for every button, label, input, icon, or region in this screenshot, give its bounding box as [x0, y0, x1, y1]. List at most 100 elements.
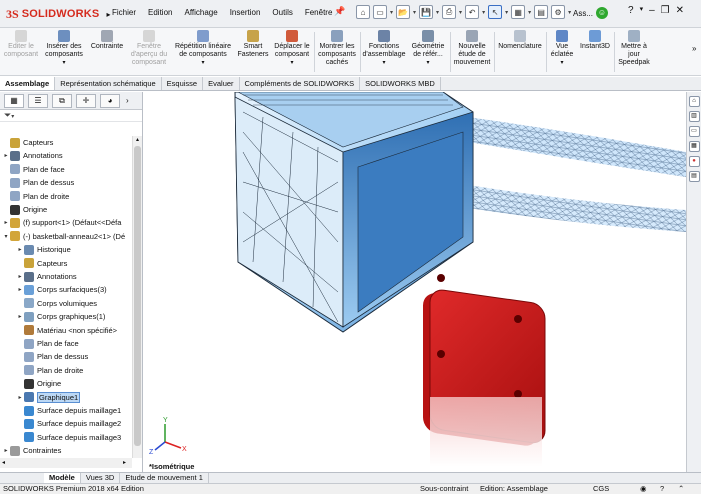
model-graphics[interactable]: Y X Z	[143, 92, 686, 472]
tab-vues-3d[interactable]: Vues 3D	[81, 473, 121, 483]
assembly-features-button[interactable]: Fonctions d'assemblage ▾	[362, 30, 406, 67]
tree-item[interactable]: ▸ Graphique1	[0, 391, 81, 404]
tree-item[interactable]: Plan de face	[0, 337, 79, 350]
home-icon[interactable]: ⌂	[356, 5, 370, 19]
close-icon[interactable]: ✕	[676, 5, 684, 16]
help-status-icon[interactable]: ?	[660, 484, 664, 494]
tree-item[interactable]: ▸ Annotations	[0, 149, 63, 162]
dimxpert-icon[interactable]: ✛	[76, 93, 96, 108]
tree-item[interactable]: Plan de dessus	[0, 176, 74, 189]
pin-icon[interactable]: 📌	[334, 6, 345, 17]
panel-overflow-icon[interactable]: ›	[126, 96, 129, 105]
configuration-manager-icon[interactable]: ⧉	[52, 93, 72, 108]
help-icon[interactable]: ?	[628, 5, 634, 16]
tree-item[interactable]: Surface depuis maillage1	[0, 404, 121, 417]
open-icon[interactable]: 📂	[396, 5, 411, 19]
options-icon[interactable]: ⚙	[551, 5, 566, 19]
scrollbar-thumb[interactable]	[134, 146, 141, 446]
tree-item[interactable]: ▸ Corps surfaciques(3)	[0, 283, 107, 296]
expand-arrow-icon[interactable]: ▸	[16, 273, 24, 280]
menu-insertion[interactable]: Insertion	[224, 8, 267, 17]
user-label[interactable]: Ass...	[573, 9, 593, 18]
feature-tree-icon[interactable]: ▦	[4, 93, 24, 108]
restore-icon[interactable]: ❐	[661, 5, 670, 16]
help-dropdown-icon[interactable]: ▾	[640, 5, 644, 16]
update-speedpak-button[interactable]: Mettre à jour Speedpak	[616, 30, 652, 67]
insert-components-button[interactable]: Insérer des composants ▾	[42, 30, 86, 67]
tree-item[interactable]: Origine	[0, 377, 61, 390]
expand-arrow-icon[interactable]: ▸	[16, 246, 24, 253]
rebuild-dropdown-icon[interactable]: ▾	[528, 9, 531, 16]
chevron-down-icon[interactable]: ▾	[272, 59, 312, 67]
rebuild-icon[interactable]: ▦	[511, 5, 526, 19]
select-dropdown-icon[interactable]: ▾	[505, 9, 508, 16]
tree-item[interactable]: ▸ Contraintes	[0, 444, 61, 457]
tree-item[interactable]: Plan de droite	[0, 190, 69, 203]
edit-component-button[interactable]: Editer le composant	[2, 30, 40, 59]
tree-horizontal-scrollbar[interactable]: ◂ ▸	[0, 458, 132, 468]
expand-arrow-icon[interactable]: ▸	[2, 219, 10, 226]
exploded-view-button[interactable]: Vue éclatée ▾	[548, 30, 576, 67]
tree-item[interactable]: Corps volumiques	[0, 297, 97, 310]
show-hidden-components-button[interactable]: Montrer les composants cachés	[316, 30, 358, 67]
tab-mbd[interactable]: SOLIDWORKS MBD	[360, 77, 441, 90]
appearances-icon[interactable]: ●	[688, 156, 700, 167]
expand-arrow-icon[interactable]: ▸	[2, 152, 10, 159]
graphics-area[interactable]: 🔍 🔎 ↺ ◩ ▣ ◧ ◈ ◐ ● ◉ ▭	[143, 92, 686, 472]
menu-outils[interactable]: Outils	[266, 8, 298, 17]
expand-arrow-icon[interactable]: ▾	[2, 233, 10, 240]
menu-fichier[interactable]: Fichier	[106, 8, 142, 17]
menu-affichage[interactable]: Affichage	[178, 8, 223, 17]
tab-representation-schematique[interactable]: Représentation schématique	[55, 77, 162, 90]
solidworks-logo[interactable]: 3S SOLIDWORKS ▸	[6, 5, 110, 23]
ribbon-overflow-icon[interactable]: »	[692, 44, 696, 53]
tree-item[interactable]: ▾ (-) basketball-anneau2<1> (Dé	[0, 230, 125, 243]
scroll-right-icon[interactable]: ▸	[123, 459, 126, 466]
expand-arrow-icon[interactable]: ▸	[16, 313, 24, 320]
scroll-up-icon[interactable]: ▴	[133, 136, 142, 144]
new-dropdown-icon[interactable]: ▾	[390, 9, 393, 16]
status-expand-icon[interactable]: ⌃	[678, 484, 684, 494]
user-area[interactable]: Ass... ☺	[573, 7, 609, 19]
chevron-down-icon[interactable]: ▾	[362, 59, 406, 67]
tab-evaluer[interactable]: Evaluer	[203, 77, 240, 90]
expand-arrow-icon[interactable]: ▸	[2, 447, 10, 454]
select-icon[interactable]: ↖	[488, 5, 503, 19]
tree-item[interactable]: Plan de face	[0, 163, 65, 176]
rebuild-status-icon[interactable]: ◉	[640, 484, 647, 494]
print-icon[interactable]: ⎙	[442, 5, 457, 19]
linear-pattern-button[interactable]: Répétition linéaire de composants ▾	[172, 30, 234, 67]
print-dropdown-icon[interactable]: ▾	[459, 9, 462, 16]
tree-scrollbar[interactable]: ▴	[132, 136, 142, 458]
save-dropdown-icon[interactable]: ▾	[436, 9, 439, 16]
status-mode[interactable]: Edition: Assemblage	[480, 484, 548, 494]
smart-fasteners-button[interactable]: Smart Fasteners	[236, 30, 270, 59]
smiley-icon[interactable]: ☺	[596, 7, 609, 19]
menu-edition[interactable]: Edition	[142, 8, 178, 17]
red-plate-part[interactable]	[423, 274, 546, 467]
new-document-icon[interactable]: ▭	[373, 5, 387, 19]
filter-icon[interactable]: ⏷▾	[0, 110, 142, 122]
undo-dropdown-icon[interactable]: ▾	[482, 9, 485, 16]
tree-item[interactable]: Origine	[0, 203, 47, 216]
component-preview-button[interactable]: Fenêtre d'aperçu du composant	[128, 30, 170, 67]
expand-arrow-icon[interactable]: ▸	[16, 286, 24, 293]
tab-etude-mouvement[interactable]: Etude de mouvement 1	[120, 473, 209, 483]
tree-item[interactable]: Capteurs	[0, 136, 53, 149]
tab-assemblage[interactable]: Assemblage	[0, 77, 56, 90]
status-units[interactable]: CGS	[593, 484, 609, 494]
tree-item[interactable]: ▸ Annotations	[0, 270, 77, 283]
view-palette-icon[interactable]: ▦	[688, 141, 700, 152]
tab-modele[interactable]: Modèle	[44, 473, 81, 483]
display-manager-icon[interactable]: ◕	[100, 93, 120, 108]
save-icon[interactable]: 💾	[419, 5, 434, 19]
tab-complements[interactable]: Compléments de SOLIDWORKS	[240, 77, 361, 90]
chevron-down-icon[interactable]: ▾	[42, 59, 86, 67]
tree-item[interactable]: Surface depuis maillage2	[0, 417, 121, 430]
new-motion-study-button[interactable]: Nouvelle étude de mouvement	[452, 30, 492, 67]
chevron-down-icon[interactable]: ▾	[172, 59, 234, 67]
tree-item[interactable]: ▸ Historique	[0, 243, 71, 256]
file-properties-icon[interactable]: ▤	[534, 5, 549, 19]
tree-item[interactable]: ▸ (f) support<1> (Défaut<<Défa	[0, 216, 121, 229]
tree-item[interactable]: Surface depuis maillage3	[0, 431, 121, 444]
